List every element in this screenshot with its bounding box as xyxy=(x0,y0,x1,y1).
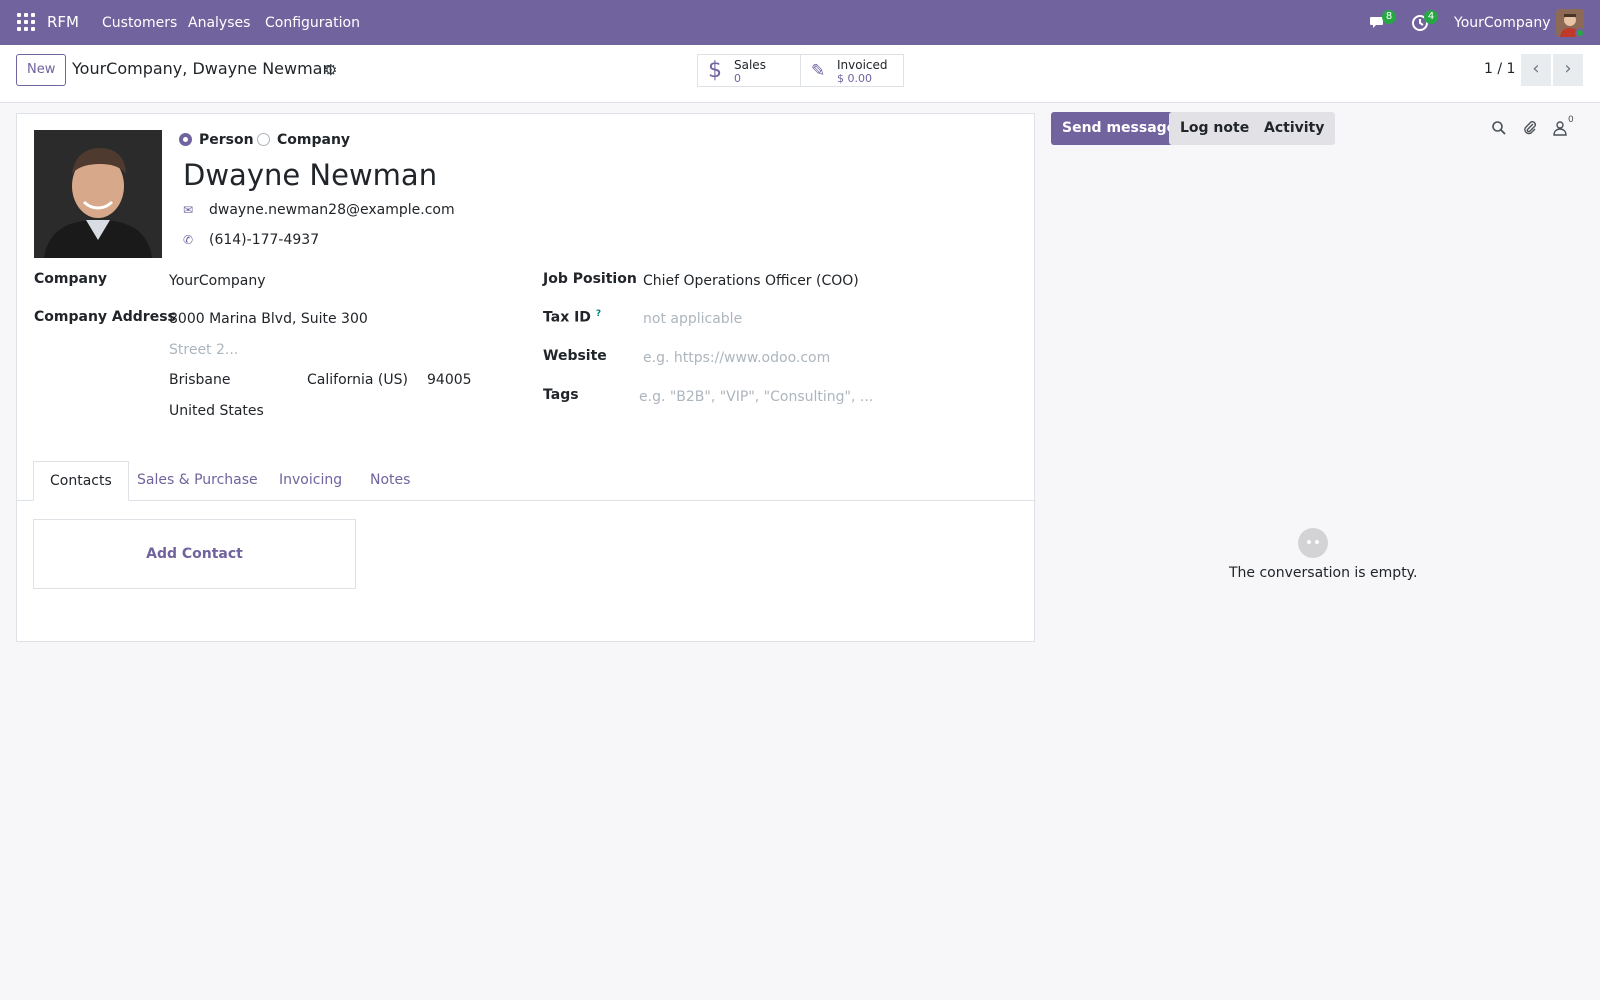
tab-notes[interactable]: Notes xyxy=(354,461,426,501)
tax-id-help-icon[interactable]: ? xyxy=(596,309,601,319)
street2-field[interactable]: Street 2... xyxy=(169,342,238,358)
invoiced-stat-value: $ 0.00 xyxy=(837,72,872,85)
company-address-label: Company Address xyxy=(34,309,176,325)
invoiced-stat-label: Invoiced xyxy=(837,58,888,72)
type-person-option[interactable]: Person xyxy=(179,132,254,148)
pager-previous-icon[interactable]: ‹ xyxy=(1521,54,1551,86)
tags-field[interactable]: e.g. "B2B", "VIP", "Consulting", ... xyxy=(639,389,873,405)
invoice-edit-icon: ✎ xyxy=(811,61,826,81)
activities-badge: 4 xyxy=(1424,10,1438,24)
phone-row: ✆ (614)-177-4937 xyxy=(183,232,319,248)
pager-counter[interactable]: 1 / 1 xyxy=(1484,61,1515,77)
person-radio[interactable] xyxy=(179,133,192,146)
phone-field[interactable]: (614)-177-4937 xyxy=(209,232,319,248)
envelope-icon: ✉ xyxy=(183,203,194,217)
email-field[interactable]: dwayne.newman28@example.com xyxy=(209,202,455,218)
activities-clock-icon[interactable]: 4 xyxy=(1411,10,1438,33)
invoiced-stat-button[interactable]: ✎ Invoiced $ 0.00 xyxy=(800,54,904,87)
apps-grid-icon[interactable] xyxy=(17,13,37,33)
followers-icon[interactable]: 0 xyxy=(1553,115,1579,138)
street-field[interactable]: 8000 Marina Blvd, Suite 300 xyxy=(169,311,368,327)
tab-sales-purchase[interactable]: Sales & Purchase xyxy=(121,461,274,501)
tab-contacts[interactable]: Contacts xyxy=(33,461,129,501)
top-navbar: RFM Customers Analyses Configuration 8 4… xyxy=(0,0,1600,45)
breadcrumb: YourCompany, Dwayne Newman xyxy=(72,59,333,78)
job-position-field[interactable]: Chief Operations Officer (COO) xyxy=(643,273,859,289)
online-status-dot xyxy=(1575,28,1584,37)
sales-stat-value: 0 xyxy=(734,72,741,85)
followers-count: 0 xyxy=(1568,115,1574,125)
zip-field[interactable]: 94005 xyxy=(427,372,472,388)
menu-customers[interactable]: Customers xyxy=(102,15,177,31)
pager-next-icon[interactable]: › xyxy=(1553,54,1583,86)
menu-configuration[interactable]: Configuration xyxy=(265,15,360,31)
job-position-label: Job Position xyxy=(543,271,637,287)
send-message-button[interactable]: Send message xyxy=(1051,112,1188,145)
empty-conversation-text: The conversation is empty. xyxy=(1229,565,1418,581)
type-company-option[interactable]: Company xyxy=(257,132,350,148)
website-label: Website xyxy=(543,348,607,364)
log-note-button[interactable]: Log note xyxy=(1169,112,1261,145)
form-sheet: Person Company Dwayne Newman ✉ dwayne.new… xyxy=(16,113,1036,642)
contact-photo[interactable] xyxy=(34,130,162,258)
country-field[interactable]: United States xyxy=(169,403,264,419)
activity-button[interactable]: Activity xyxy=(1253,112,1336,145)
tags-label: Tags xyxy=(543,387,579,403)
email-row: ✉ dwayne.newman28@example.com xyxy=(183,202,455,218)
new-record-button[interactable]: New xyxy=(16,54,67,86)
notebook-tabs: Contacts Sales & Purchase Invoicing Note… xyxy=(17,461,1036,501)
company-radio-label: Company xyxy=(277,132,351,148)
user-avatar[interactable] xyxy=(1556,9,1584,37)
messages-badge: 8 xyxy=(1382,10,1396,24)
tax-id-field[interactable]: not applicable xyxy=(643,311,742,327)
tab-invoicing[interactable]: Invoicing xyxy=(263,461,358,501)
messages-icon[interactable]: 8 xyxy=(1369,10,1396,33)
company-switcher[interactable]: YourCompany xyxy=(1454,15,1551,31)
person-radio-label: Person xyxy=(199,132,254,148)
contact-name-field[interactable]: Dwayne Newman xyxy=(183,158,437,192)
sales-stat-button[interactable]: $ Sales 0 xyxy=(697,54,801,87)
city-field[interactable]: Brisbane xyxy=(169,372,231,388)
state-field[interactable]: California (US) xyxy=(307,372,408,388)
tax-id-label: Tax ID ? xyxy=(543,309,602,326)
empty-conversation-icon xyxy=(1298,528,1328,558)
phone-icon: ✆ xyxy=(183,233,194,247)
search-icon[interactable] xyxy=(1491,120,1509,138)
gear-icon[interactable]: ⚙ xyxy=(324,61,337,79)
control-panel: New YourCompany, Dwayne Newman ⚙ $ Sales… xyxy=(0,45,1600,103)
add-contact-button[interactable]: Add Contact xyxy=(33,519,356,589)
paperclip-icon[interactable] xyxy=(1522,120,1540,138)
company-label: Company xyxy=(34,271,108,287)
sales-stat-label: Sales xyxy=(734,58,766,72)
company-radio[interactable] xyxy=(257,133,270,146)
menu-analyses[interactable]: Analyses xyxy=(188,15,250,31)
app-brand[interactable]: RFM xyxy=(47,13,79,31)
website-field[interactable]: e.g. https://www.odoo.com xyxy=(643,350,830,366)
company-field[interactable]: YourCompany xyxy=(169,273,266,289)
dollar-icon: $ xyxy=(708,58,722,83)
